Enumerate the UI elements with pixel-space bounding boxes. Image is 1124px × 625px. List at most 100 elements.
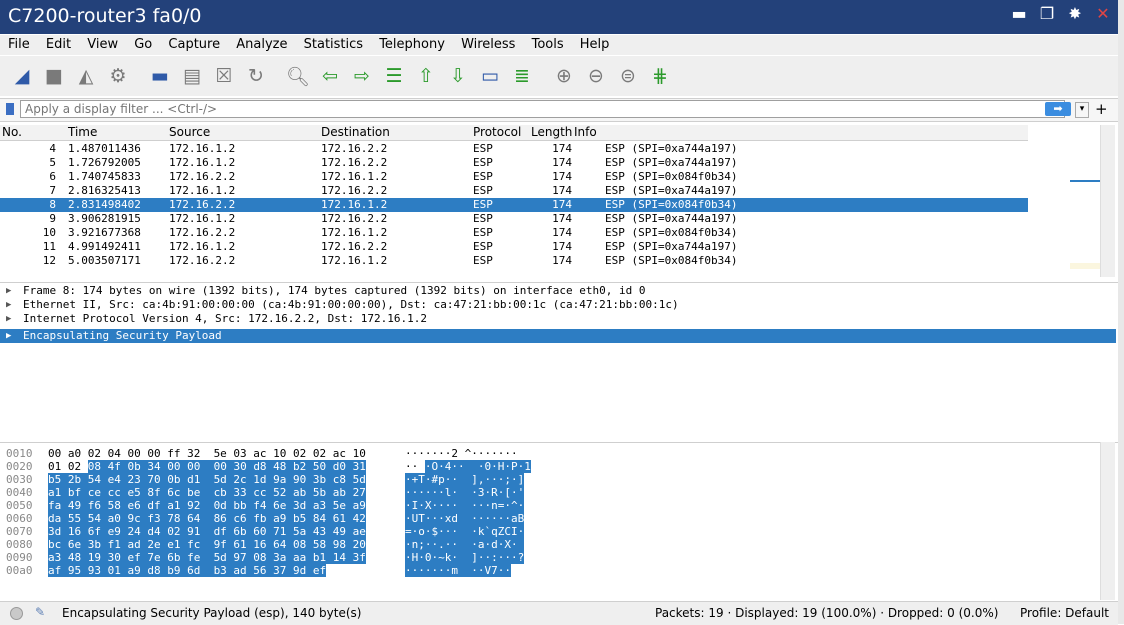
col-destination[interactable]: Destination <box>321 125 390 139</box>
packet-cell-time: 1.726792005 <box>68 156 141 169</box>
profile-indicator[interactable]: Profile: Default <box>1020 606 1109 620</box>
window-controls: ▬ ❐ ✸ ✕ <box>1010 4 1112 23</box>
resize-columns-icon[interactable]: ⋕ <box>646 62 674 90</box>
packet-row[interactable]: 11 4.991492411 172.16.1.2 172.16.2.2 ESP 174 E… <box>0 240 1028 254</box>
hex-highlight: af 95 93 01 a9 d8 b9 6d b3 ad 56 37 9d e… <box>48 564 327 577</box>
status-message: Encapsulating Security Payload (esp), 14… <box>62 606 362 620</box>
save-file-icon[interactable]: ▤ <box>178 62 206 90</box>
zoom-out-icon[interactable]: ⊖ <box>582 62 610 90</box>
hex-offset: 0050 <box>6 499 33 512</box>
filter-dropdown-icon[interactable]: ▾ <box>1075 102 1089 118</box>
expert-info-icon[interactable] <box>10 607 23 620</box>
packet-cell-src: 172.16.1.2 <box>169 142 236 155</box>
col-protocol[interactable]: Protocol <box>473 125 521 139</box>
packet-row[interactable]: 4 1.487011436 172.16.1.2 172.16.2.2 ESP 174 ES… <box>0 142 1028 156</box>
detail-ethernet[interactable]: ▶ Ethernet II, Src: ca:4b:91:00:00:00 (ca… <box>0 298 1116 312</box>
apply-filter-button[interactable]: ➡ <box>1045 102 1071 116</box>
go-back-icon[interactable]: ⇦ <box>316 62 344 90</box>
menu-view[interactable]: View <box>81 35 124 52</box>
capture-options-icon[interactable]: ⚙ <box>104 62 132 90</box>
minimize-icon[interactable]: ▬ <box>1010 4 1028 23</box>
packet-cell-info: ESP (SPI=0xa744a197) <box>605 142 738 155</box>
packet-row[interactable]: 8 2.831498402 172.16.2.2 172.16.1.2 ESP 174 ES… <box>0 198 1028 212</box>
menu-telephony[interactable]: Telephony <box>373 35 451 52</box>
close-icon[interactable]: ✕ <box>1094 4 1112 23</box>
packet-row[interactable]: 10 3.921677368 172.16.2.2 172.16.1.2 ESP 174 E… <box>0 226 1028 240</box>
packet-cell-no: 9 <box>49 212 56 225</box>
menu-capture[interactable]: Capture <box>162 35 226 52</box>
display-filter-input[interactable] <box>20 100 1065 118</box>
packet-cell-proto: ESP <box>473 254 493 267</box>
hex-offset: 0080 <box>6 538 33 551</box>
edit-comment-icon[interactable]: ✎ <box>35 605 45 619</box>
packet-cell-src: 172.16.2.2 <box>169 198 236 211</box>
expand-icon[interactable]: ▶ <box>6 298 11 312</box>
bytes-scrollbar[interactable] <box>1100 442 1115 600</box>
add-filter-button-icon[interactable]: + <box>1095 100 1108 118</box>
hex-bytes: a3 48 19 30 ef 7e 6b fe 5d 97 08 3a aa b… <box>48 551 366 564</box>
expand-icon[interactable]: ▶ <box>6 284 11 298</box>
hex-highlight: bc 6e 3b f1 ad 2e e1 fc 9f 61 16 64 08 5… <box>48 538 366 551</box>
bookmark-icon[interactable] <box>6 103 14 115</box>
packet-cell-len: 174 <box>552 212 572 225</box>
col-source[interactable]: Source <box>169 125 210 139</box>
first-packet-icon[interactable]: ⇧ <box>412 62 440 90</box>
restart-capture-icon[interactable]: ◭ <box>72 62 100 90</box>
stop-capture-icon[interactable]: ■ <box>40 62 68 90</box>
detail-ipv4[interactable]: ▶ Internet Protocol Version 4, Src: 172.1… <box>0 312 1116 326</box>
menu-wireless[interactable]: Wireless <box>455 35 521 52</box>
status-bar: ✎ Encapsulating Security Payload (esp), … <box>0 601 1118 625</box>
packet-cell-dst: 172.16.2.2 <box>321 156 388 169</box>
packet-row[interactable]: 9 3.906281915 172.16.1.2 172.16.2.2 ESP 174 ES… <box>0 212 1028 226</box>
hex-offset: 0040 <box>6 486 33 499</box>
col-length[interactable]: Length <box>531 125 572 139</box>
packet-cell-time: 1.487011436 <box>68 142 141 155</box>
hex-bytes: b5 2b 54 e4 23 70 0b d1 5d 2c 1d 9a 90 3… <box>48 473 366 486</box>
packet-cell-no: 10 <box>42 226 56 239</box>
packet-row[interactable]: 5 1.726792005 172.16.1.2 172.16.2.2 ESP 174 ES… <box>0 156 1028 170</box>
expand-icon[interactable]: ▶ <box>6 312 11 326</box>
col-info[interactable]: Info <box>574 125 597 139</box>
start-capture-icon[interactable]: ◢ <box>8 62 36 90</box>
ascii-bytes: ·I·X···· ···n=·^· <box>405 499 525 512</box>
menu-file[interactable]: File <box>0 35 36 52</box>
menu-tools[interactable]: Tools <box>526 35 570 52</box>
menu-help[interactable]: Help <box>574 35 616 52</box>
packet-counts: Packets: 19 · Displayed: 19 (100.0%) · D… <box>655 606 999 620</box>
packet-row[interactable]: 12 5.003507171 172.16.2.2 172.16.1.2 ESP 174 E… <box>0 254 1028 268</box>
open-file-icon[interactable]: ▬ <box>146 62 174 90</box>
zoom-in-icon[interactable]: ⊕ <box>550 62 578 90</box>
window-edge <box>1118 0 1124 624</box>
reload-file-icon[interactable]: ↻ <box>242 62 270 90</box>
detail-frame[interactable]: ▶ Frame 8: 174 bytes on wire (1392 bits),… <box>0 284 1116 298</box>
menu-statistics[interactable]: Statistics <box>298 35 369 52</box>
detail-esp[interactable]: ▶ Encapsulating Security Payload <box>0 329 1116 343</box>
menu-edit[interactable]: Edit <box>40 35 77 52</box>
autoscroll-icon[interactable]: ▭ <box>476 62 504 90</box>
packet-cell-time: 3.921677368 <box>68 226 141 239</box>
packet-row[interactable]: 6 1.740745833 172.16.2.2 172.16.1.2 ESP 174 ES… <box>0 170 1028 184</box>
menu-go[interactable]: Go <box>128 35 158 52</box>
packet-cell-no: 11 <box>42 240 56 253</box>
go-to-packet-icon[interactable]: ☰ <box>380 62 408 90</box>
hex-plain: 01 02 <box>48 460 88 473</box>
go-forward-icon[interactable]: ⇨ <box>348 62 376 90</box>
menu-analyze[interactable]: Analyze <box>230 35 293 52</box>
col-time[interactable]: Time <box>68 125 97 139</box>
packet-cell-info: ESP (SPI=0x084f0b34) <box>605 198 738 211</box>
close-file-icon[interactable]: ☒ <box>210 62 238 90</box>
packet-row[interactable]: 7 2.816325413 172.16.1.2 172.16.2.2 ESP 174 ES… <box>0 184 1028 198</box>
packet-minimap[interactable] <box>1070 125 1100 277</box>
ascii-bytes: ·UT···xd ······aB <box>405 512 525 525</box>
expand-icon[interactable]: ▶ <box>6 329 11 343</box>
settings-icon[interactable]: ✸ <box>1066 4 1084 23</box>
colorize-icon[interactable]: ≣ <box>508 62 536 90</box>
last-packet-icon[interactable]: ⇩ <box>444 62 472 90</box>
find-packet-icon[interactable]: 🔍︎ <box>284 62 312 90</box>
col-no[interactable]: No. <box>2 125 22 139</box>
packet-list-scrollbar[interactable] <box>1100 125 1115 277</box>
normal-size-icon[interactable]: ⊜ <box>614 62 642 90</box>
restore-icon[interactable]: ❐ <box>1038 4 1056 23</box>
window-title: C7200-router3 fa0/0 <box>8 5 202 27</box>
ascii-bytes: ·+T·#p·· ],···;·] <box>405 473 525 486</box>
